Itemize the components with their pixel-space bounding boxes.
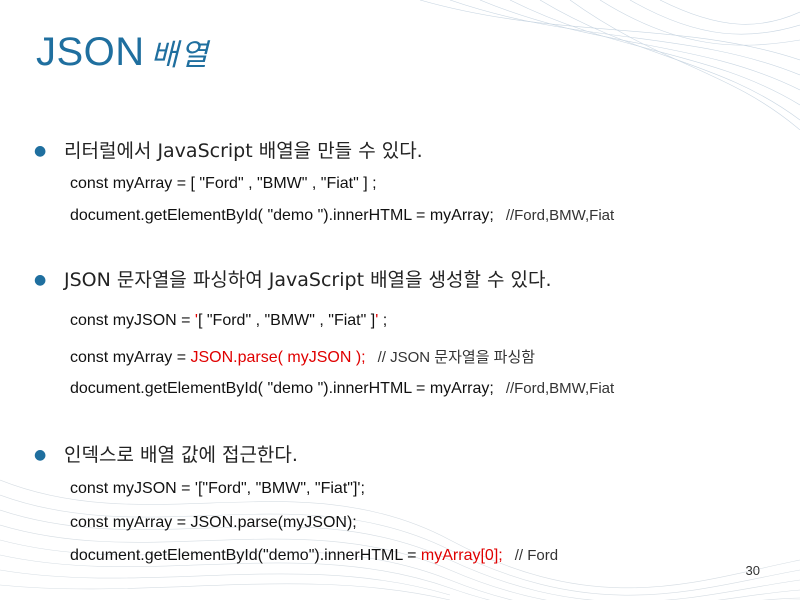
code-text: ; [378,312,388,329]
bullet-dot-icon: ● [34,272,47,288]
bullet-3: ● 인덱스로 배열 값에 접근한다. [34,440,298,467]
bullet-1: ● 리터럴에서 JavaScript 배열을 만들 수 있다. [34,136,423,163]
bullet-2: ● JSON 문자열을 파싱하여 JavaScript 배열을 생성할 수 있다. [34,265,552,292]
code-comment: //Ford,BMW,Fiat [505,207,615,224]
bullet-2-code-line-2: const myArray = JSON.parse( myJSON ); // … [70,346,535,367]
bullet-2-text: JSON 문자열을 파싱하여 JavaScript 배열을 생성할 수 있다. [64,269,552,291]
bullet-3-code-line-2: const myArray = JSON.parse(myJSON); [70,514,357,532]
code-highlight: JSON.parse( myJSON ); [190,349,366,366]
code-text: const myArray = JSON.parse(myJSON); [70,514,357,531]
slide-title-korean: 배열 [150,38,210,73]
bullet-2-code-line-1: const myJSON = '[ "Ford" , "BMW" , "Fiat… [70,312,387,330]
code-highlight: myArray[0]; [420,547,503,564]
slide-title-text: JSON [36,30,145,74]
slide-title: JSON 배열 [36,30,210,75]
bullet-2-code-line-3: document.getElementById( "demo ").innerH… [70,380,614,398]
bullet-1-code-line-1: const myArray = [ "Ford" , "BMW" , "Fiat… [70,175,377,193]
code-text: const myArray = [70,349,191,366]
bullet-3-code-line-3: document.getElementById("demo").innerHTM… [70,547,558,565]
code-text: document.getElementById( "demo ").innerH… [70,207,494,224]
bullet-3-code-line-1: const myJSON = '["Ford", "BMW", "Fiat"]'… [70,480,365,498]
bullet-1-code-line-2: document.getElementById( "demo ").innerH… [70,207,614,225]
code-text: const myJSON = [70,312,195,329]
slide: JSON 배열 ● 리터럴에서 JavaScript 배열을 만들 수 있다. co… [0,0,800,600]
code-text: document.getElementById( "demo ").innerH… [70,380,494,397]
code-text: const myArray = [ "Ford" , "BMW" , "Fiat… [70,175,377,192]
code-comment: // Ford [514,547,559,564]
bullet-3-text: 인덱스로 배열 값에 접근한다. [64,444,298,466]
code-text: document.getElementById("demo").innerHTM… [70,547,421,564]
page-number: 30 [745,563,760,578]
bullet-dot-icon: ● [34,447,47,463]
bullet-dot-icon: ● [34,143,47,159]
code-comment: //Ford,BMW,Fiat [505,380,615,397]
code-text: const myJSON = '["Ford", "BMW", "Fiat"]'… [70,480,365,497]
code-comment: // JSON 문자열을 파싱함 [377,349,536,366]
code-text: [ "Ford" , "BMW" , "Fiat" ] [197,312,376,329]
bullet-1-text: 리터럴에서 JavaScript 배열을 만들 수 있다. [64,140,423,162]
